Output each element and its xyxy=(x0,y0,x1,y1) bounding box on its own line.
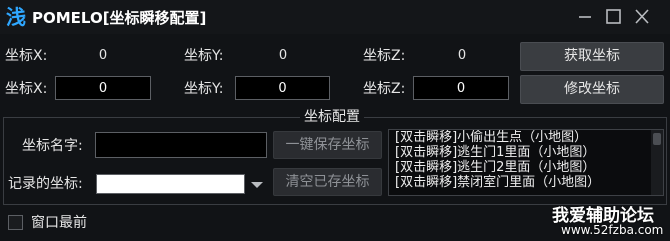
list-item[interactable]: [双击瞬移]逃生门1里面（小地图） xyxy=(389,145,663,160)
config-group-title: 坐标配置 xyxy=(300,108,364,126)
close-icon xyxy=(635,9,649,24)
saved-label: 记录的坐标: xyxy=(8,176,83,192)
app-logo-icon: 浅 xyxy=(6,5,26,29)
edit-x-label: 坐标X: xyxy=(5,81,48,97)
saved-coordinates-select[interactable] xyxy=(96,174,245,194)
current-x-label: 坐标X: xyxy=(5,48,48,64)
modify-coordinates-button[interactable]: 修改坐标 xyxy=(520,75,664,104)
edit-x-input[interactable]: 0 xyxy=(55,76,151,100)
name-label: 坐标名字: xyxy=(22,138,83,154)
chevron-down-icon xyxy=(251,182,263,188)
clear-saved-button[interactable]: 清空已存坐标 xyxy=(273,168,382,196)
edit-y-input[interactable]: 0 xyxy=(235,76,330,100)
edit-z-input[interactable]: 0 xyxy=(413,76,509,100)
edit-z-label: 坐标Z: xyxy=(363,81,406,97)
get-coordinates-button[interactable]: 获取坐标 xyxy=(520,42,664,71)
minimize-button[interactable] xyxy=(573,6,597,28)
save-coordinates-button[interactable]: 一键保存坐标 xyxy=(273,131,382,159)
list-scrollbar[interactable] xyxy=(651,130,663,195)
name-input[interactable] xyxy=(95,132,267,158)
current-z-label: 坐标Z: xyxy=(363,48,406,64)
close-button[interactable] xyxy=(630,6,654,28)
list-scrollbar-thumb[interactable] xyxy=(653,133,661,145)
current-y-value: 0 xyxy=(278,48,288,63)
list-item[interactable]: [双击瞬移]禁闭室门里面（小地图） xyxy=(389,175,663,190)
window-title: POMELO[坐标瞬移配置] xyxy=(32,9,207,27)
current-y-label: 坐标Y: xyxy=(184,48,224,64)
list-item[interactable]: [双击瞬移]小偷出生点（小地图） xyxy=(389,130,663,145)
list-item[interactable]: [双击瞬移]逃生门2里面（小地图） xyxy=(389,160,663,175)
maximize-button[interactable] xyxy=(601,6,625,28)
topmost-checkbox[interactable] xyxy=(8,215,23,230)
edit-y-label: 坐标Y: xyxy=(184,81,224,97)
coordinate-list[interactable]: [双击瞬移]小偷出生点（小地图） [双击瞬移]逃生门1里面（小地图） [双击瞬移]逃… xyxy=(388,129,664,196)
maximize-icon xyxy=(606,9,621,24)
dropdown-arrow-button[interactable] xyxy=(248,177,266,191)
minimize-icon xyxy=(579,16,591,18)
watermark-url: www.52fzba.com xyxy=(561,223,664,237)
current-z-value: 0 xyxy=(457,48,467,63)
topmost-label: 窗口最前 xyxy=(31,215,87,231)
current-x-value: 0 xyxy=(98,48,108,63)
